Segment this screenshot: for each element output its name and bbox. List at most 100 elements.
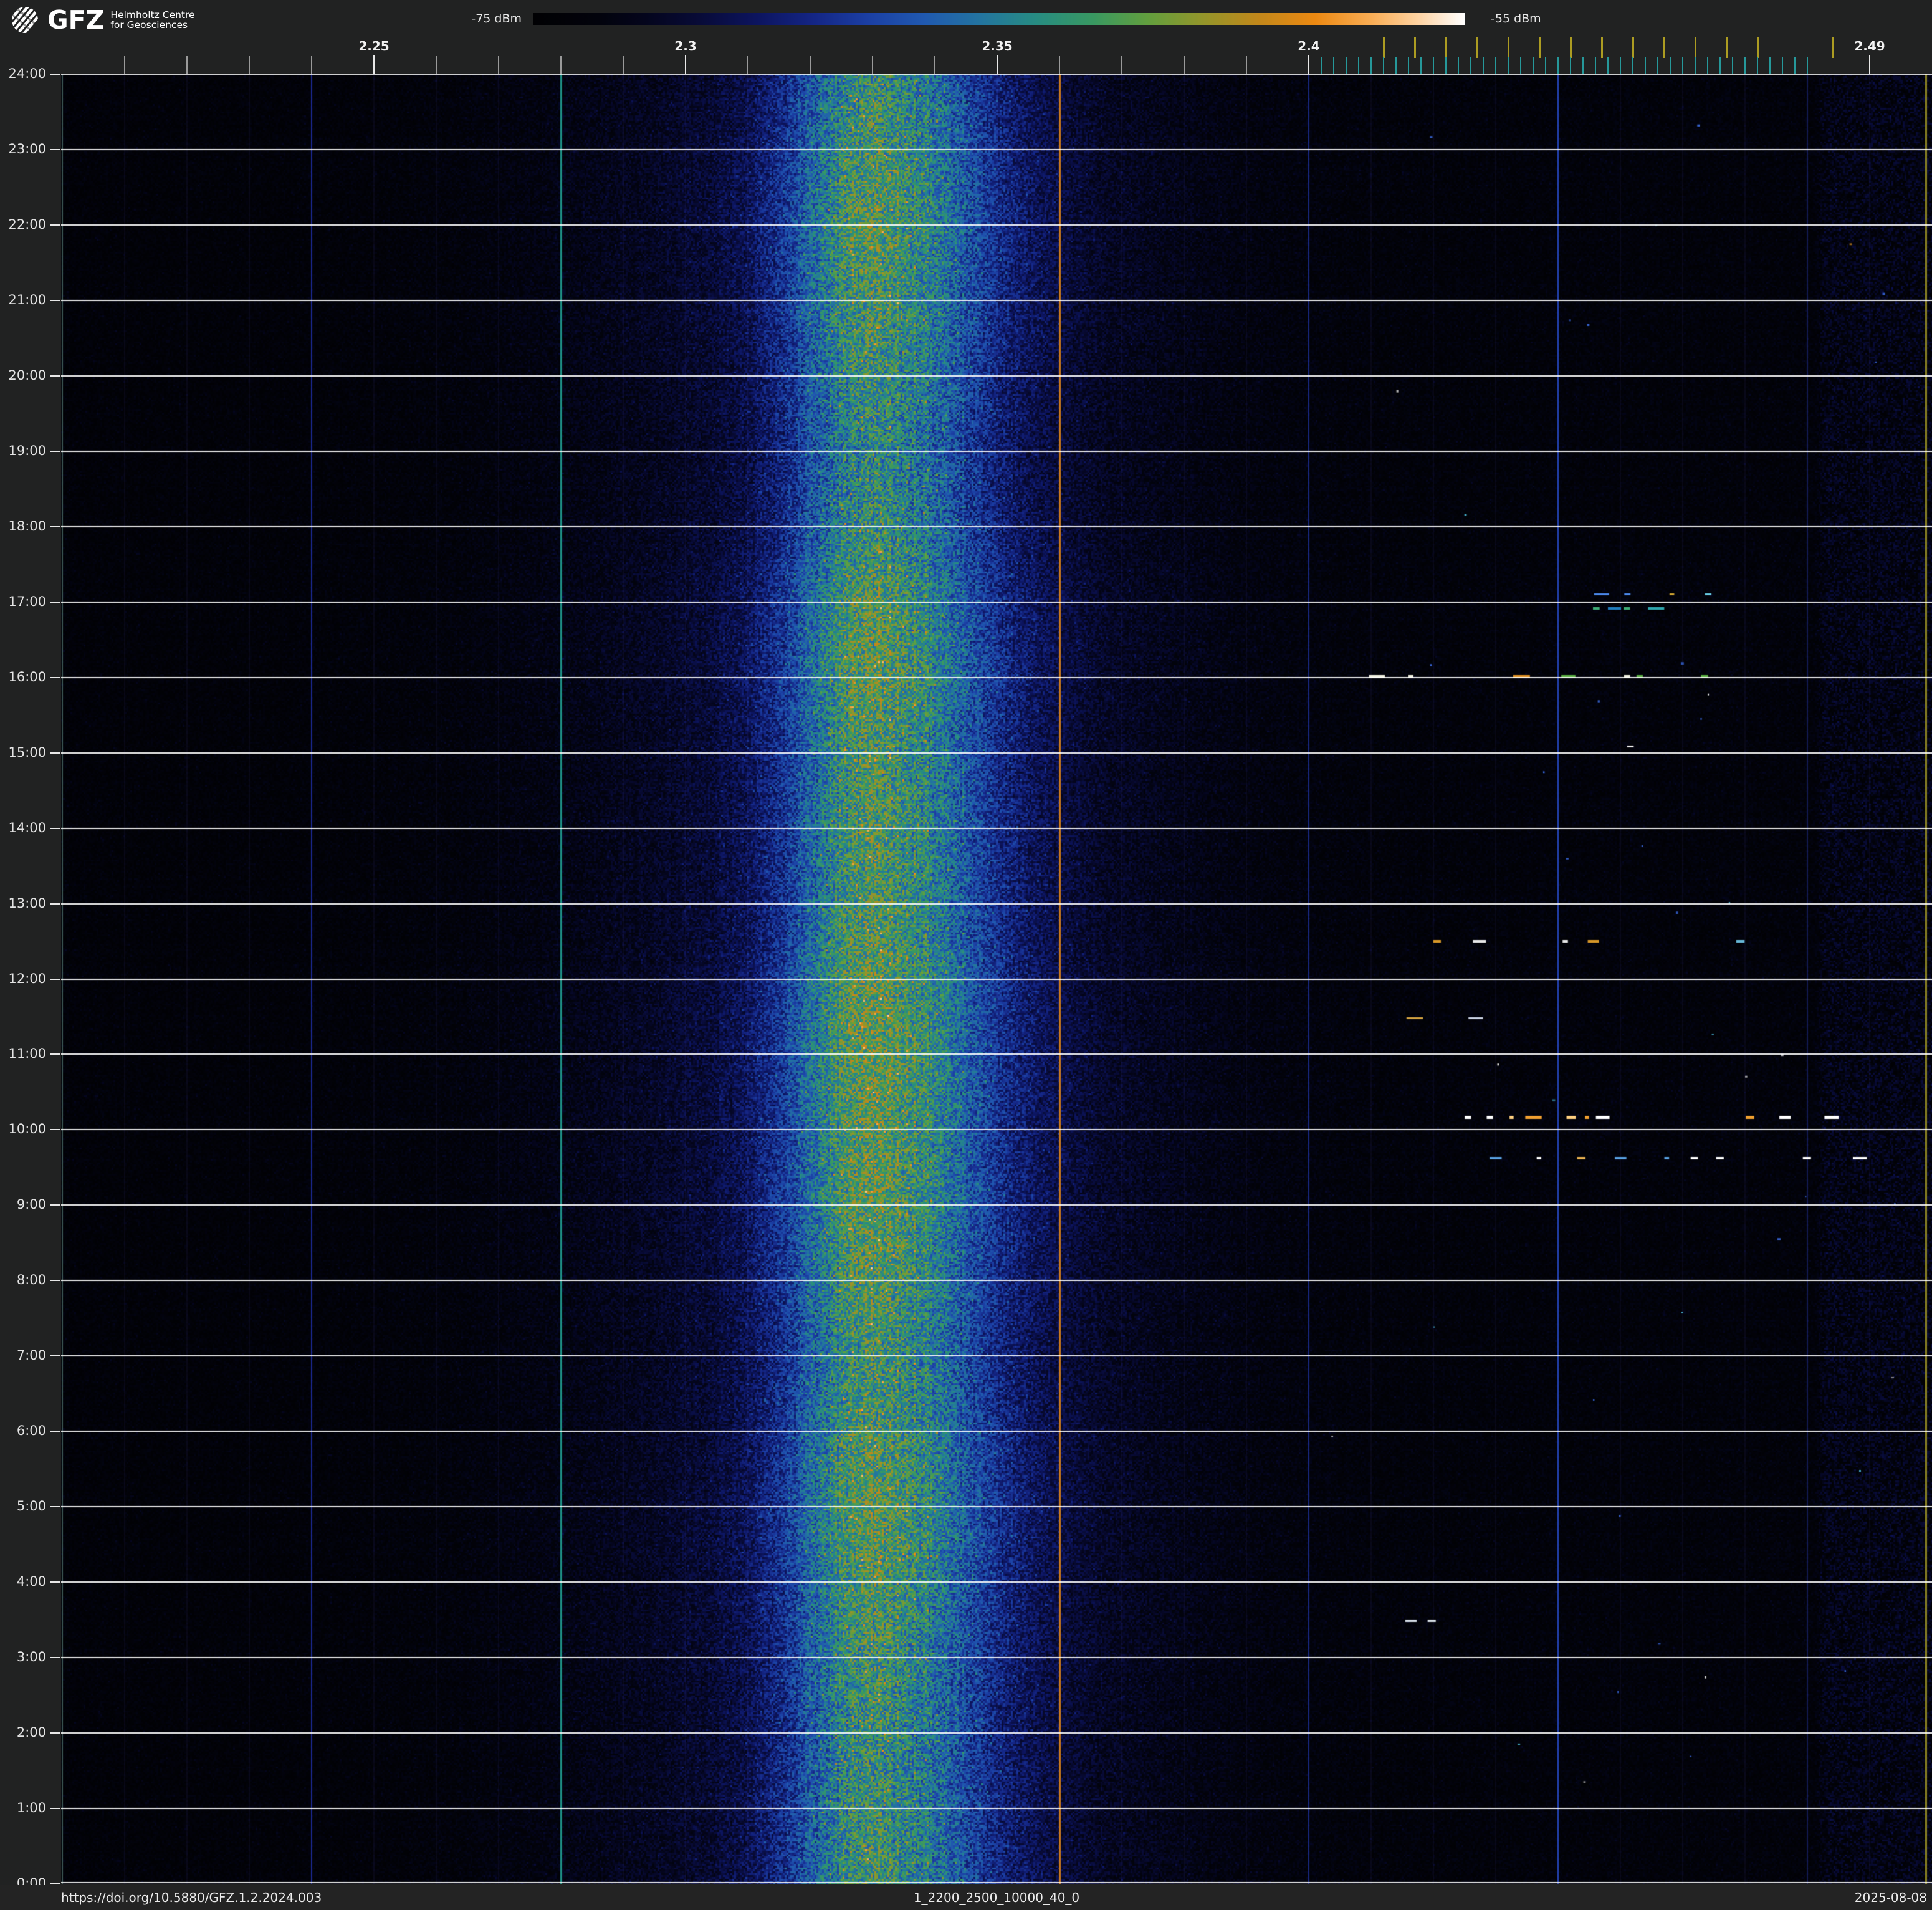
hour-tick <box>50 148 60 150</box>
ble-channel-tick <box>1645 57 1646 74</box>
freq-minor-tick <box>997 56 998 74</box>
ble-channel-tick <box>1495 57 1496 74</box>
footer-bar: https://doi.org/10.5880/GFZ.1.2.2024.003… <box>0 1885 1932 1910</box>
freq-minor-tick <box>124 56 125 74</box>
ble-channel-tick <box>1545 57 1546 74</box>
freq-minor-tick <box>934 56 935 74</box>
hour-label: 14:00 <box>8 820 46 835</box>
wifi-channel-tick <box>1663 37 1665 58</box>
ble-channel-tick <box>1483 57 1484 74</box>
ble-channel-tick <box>1744 57 1746 74</box>
footer-date: 2025-08-08 <box>1854 1890 1927 1905</box>
hour-tick <box>50 752 60 754</box>
ble-channel-tick <box>1595 57 1596 74</box>
ble-channel-tick <box>1794 57 1796 74</box>
freq-minor-tick <box>1121 56 1122 74</box>
hour-label: 7:00 <box>16 1348 46 1363</box>
ble-channel-tick <box>1632 57 1633 74</box>
ble-channel-tick <box>1408 57 1409 74</box>
hour-tick <box>50 601 60 603</box>
hour-tick <box>50 1280 60 1282</box>
hour-label: 6:00 <box>16 1423 46 1439</box>
ble-channel-tick <box>1769 57 1771 74</box>
logo-text: GFZ <box>47 5 105 35</box>
spectrogram-canvas <box>61 74 1932 1884</box>
hour-label: 15:00 <box>8 744 46 760</box>
hour-label: 11:00 <box>8 1046 46 1062</box>
ble-channel-tick <box>1433 57 1434 74</box>
ble-channel-tick <box>1358 57 1359 74</box>
wifi-channel-tick <box>1413 37 1416 58</box>
hour-tick <box>50 1732 60 1734</box>
ble-channel-tick <box>1570 57 1571 74</box>
freq-minor-tick <box>373 56 375 74</box>
hour-tick <box>50 1053 60 1055</box>
hour-label: 20:00 <box>8 367 46 383</box>
hour-label: 10:00 <box>8 1121 46 1137</box>
logo-subtitle-line2: for Geosciences <box>110 19 188 31</box>
ble-channel-tick <box>1757 57 1758 74</box>
wifi-channel-tick <box>1600 37 1603 58</box>
freq-minor-tick <box>249 56 250 74</box>
wifi-channel-tick <box>1569 37 1572 58</box>
ble-channel-tick <box>1470 57 1471 74</box>
ble-channel-tick <box>1657 57 1658 74</box>
freq-minor-tick <box>872 56 873 74</box>
hour-tick <box>50 978 60 980</box>
freq-minor-tick <box>186 56 188 74</box>
ble-channel-tick <box>1719 57 1721 74</box>
wifi-channel-tick <box>1476 37 1478 58</box>
hour-tick <box>50 1431 60 1432</box>
ble-channel-tick <box>1582 57 1584 74</box>
ble-channel-tick <box>1395 57 1397 74</box>
ble-channel-tick <box>1420 57 1422 74</box>
hour-label: 16:00 <box>8 669 46 684</box>
freq-minor-tick <box>311 56 312 74</box>
hour-tick <box>50 450 60 452</box>
gfz-logo: GFZ Helmholtz Centre for Geosciences <box>11 4 223 36</box>
freq-minor-tick <box>436 56 437 74</box>
hour-label: 1:00 <box>16 1800 46 1816</box>
gfz-globe-icon <box>11 6 39 34</box>
hour-label: 2:00 <box>16 1725 46 1740</box>
colorbar <box>533 13 1465 25</box>
freq-tick-label: 2.3 <box>674 39 697 54</box>
hour-tick <box>50 1808 60 1810</box>
colorbar-min-label: -75 dBm <box>471 12 522 26</box>
freq-major-tick <box>685 55 686 74</box>
hour-label: 24:00 <box>8 66 46 81</box>
wifi-channel-tick <box>1756 37 1759 58</box>
freq-tick-label: 2.35 <box>982 39 1013 54</box>
ble-channel-tick <box>1346 57 1347 74</box>
ble-channel-tick <box>1508 57 1509 74</box>
hour-tick <box>50 1355 60 1357</box>
ble-channel-tick <box>1321 57 1322 74</box>
footer-dataset-id: 1_2200_2500_10000_40_0 <box>913 1890 1080 1905</box>
ble-channel-tick <box>1520 57 1521 74</box>
freq-tick-label: 2.4 <box>1298 39 1320 54</box>
freq-minor-tick <box>1184 56 1185 74</box>
hour-label: 9:00 <box>16 1197 46 1212</box>
hour-label: 8:00 <box>16 1272 46 1288</box>
ble-channel-tick <box>1383 57 1384 74</box>
hour-tick <box>50 1204 60 1206</box>
hour-tick <box>50 1657 60 1659</box>
wifi-channel-tick <box>1445 37 1447 58</box>
ble-channel-tick <box>1458 57 1459 74</box>
wifi-channel-tick <box>1632 37 1634 58</box>
freq-minor-tick <box>623 56 624 74</box>
freq-minor-tick <box>560 56 562 74</box>
hour-tick <box>50 1883 60 1884</box>
wifi-channel-tick <box>1831 37 1834 58</box>
hour-label: 5:00 <box>16 1499 46 1514</box>
freq-major-tick <box>373 55 375 74</box>
ble-channel-tick <box>1445 57 1447 74</box>
ble-channel-tick <box>1607 57 1609 74</box>
freq-minor-tick <box>1059 56 1060 74</box>
hour-tick <box>50 74 60 75</box>
ble-channel-tick <box>1695 57 1696 74</box>
wifi-channel-tick <box>1507 37 1509 58</box>
colorbar-max-label: -55 dBm <box>1491 12 1541 26</box>
hour-label: 21:00 <box>8 292 46 307</box>
hour-tick <box>50 676 60 678</box>
